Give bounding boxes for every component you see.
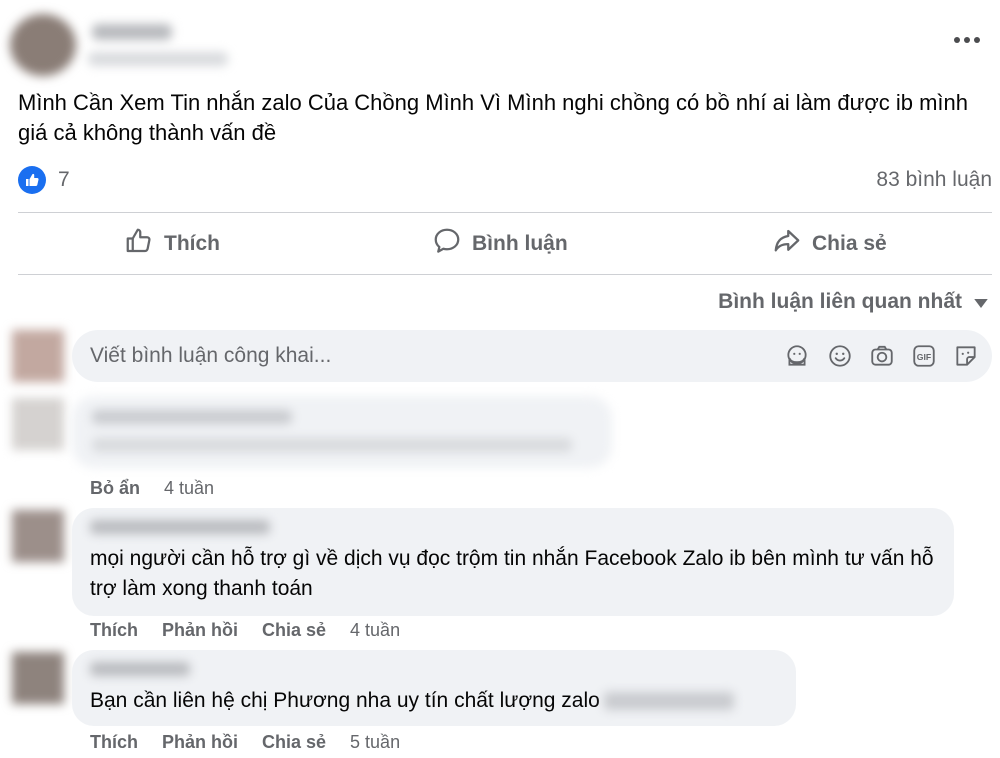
comment-input[interactable] (90, 330, 730, 382)
comment-text: Bạn cần liên hệ chị Phương nha uy tín ch… (90, 686, 790, 716)
emoji-icon[interactable] (827, 343, 853, 369)
thumbs-up-icon (124, 226, 154, 262)
sticker-icon[interactable] (953, 343, 979, 369)
gif-icon[interactable]: GIF (911, 343, 937, 369)
unhide-link[interactable]: Bỏ ẩn (90, 478, 140, 499)
comment-sort-dropdown[interactable]: Bình luận liên quan nhất (718, 290, 988, 314)
comment-reply-link[interactable]: Phản hồi (162, 620, 238, 641)
comment-avatar[interactable] (12, 652, 64, 704)
like-reaction-icon[interactable] (18, 166, 46, 194)
comment-avatar[interactable] (12, 398, 64, 450)
redacted-phone-number (603, 692, 734, 710)
like-button-label: Thích (164, 232, 220, 255)
comment-like-link[interactable]: Thích (90, 620, 138, 641)
comment-meta: Bỏ ẩn 4 tuần (90, 478, 214, 499)
comment-author-name[interactable] (90, 520, 270, 534)
more-horizontal-icon (954, 37, 980, 43)
comment-author-name[interactable] (90, 662, 190, 676)
share-button[interactable]: Chia sẻ (772, 226, 887, 262)
comment-time[interactable]: 4 tuần (164, 478, 214, 499)
comment-bubble: mọi người cần hỗ trợ gì về dịch vụ đọc t… (72, 508, 954, 616)
comment-time[interactable]: 4 tuần (350, 620, 400, 641)
comment-meta: Thích Phản hồi Chia sẻ 4 tuần (90, 620, 400, 641)
comment-button[interactable]: Bình luận (432, 226, 568, 262)
comment-reply-link[interactable]: Phản hồi (162, 732, 238, 753)
share-arrow-icon (772, 226, 802, 262)
post-timestamp[interactable] (88, 52, 228, 66)
comment-share-link[interactable]: Chia sẻ (262, 620, 326, 641)
like-count[interactable]: 7 (58, 168, 70, 192)
camera-icon[interactable] (869, 343, 895, 369)
post-author-avatar[interactable] (10, 14, 76, 76)
comment-meta: Thích Phản hồi Chia sẻ 5 tuần (90, 732, 400, 753)
comment-text: mọi người cần hỗ trợ gì về dịch vụ đọc t… (90, 547, 934, 600)
comment-bubble-icon (432, 226, 462, 262)
sort-label: Bình luận liên quan nhất (718, 290, 962, 313)
comment-time[interactable]: 5 tuần (350, 732, 400, 753)
avatar-sticker-icon[interactable] (784, 343, 810, 369)
divider-top (18, 212, 992, 213)
comment-text-content: Bạn cần liên hệ chị Phương nha uy tín ch… (90, 689, 600, 712)
post-text: Mình Cần Xem Tin nhắn zalo Của Chồng Mìn… (18, 90, 969, 145)
current-user-avatar[interactable] (12, 330, 64, 382)
comment-button-label: Bình luận (472, 232, 568, 255)
post-more-button[interactable] (950, 30, 984, 50)
share-button-label: Chia sẻ (812, 232, 887, 255)
comment-avatar[interactable] (12, 510, 64, 562)
comment-count[interactable]: 83 bình luận (876, 168, 992, 192)
hidden-comment-bubble (72, 396, 612, 468)
svg-text:GIF: GIF (917, 352, 931, 362)
like-button[interactable]: Thích (124, 226, 220, 262)
caret-down-icon (974, 290, 988, 314)
divider-bottom (18, 274, 992, 275)
comment-share-link[interactable]: Chia sẻ (262, 732, 326, 753)
comment-bubble: Bạn cần liên hệ chị Phương nha uy tín ch… (72, 650, 796, 726)
post-author-name[interactable] (92, 24, 172, 40)
comment-like-link[interactable]: Thích (90, 732, 138, 753)
comment-composer[interactable]: GIF (72, 330, 992, 382)
